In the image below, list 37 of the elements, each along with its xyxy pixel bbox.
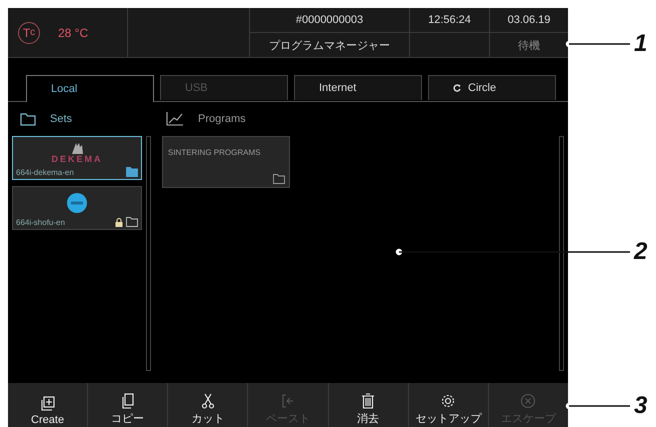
chart-line-icon — [166, 112, 184, 126]
set-name: 664i-shofu-en — [16, 218, 65, 227]
callout-number: 3 — [634, 392, 648, 420]
tab[interactable]: Local — [26, 75, 154, 102]
flame-logo-icon — [70, 142, 84, 154]
add-icon — [40, 396, 56, 412]
date-text: 03.06.19 — [508, 14, 550, 26]
clock-time: 12:56:24 — [428, 14, 471, 26]
logo-badge-icon — [67, 193, 87, 213]
scissors-icon — [200, 393, 216, 409]
folder-icon — [126, 217, 138, 227]
program-folder-card[interactable]: SINTERING PROGRAMS — [162, 136, 290, 188]
tab[interactable]: Internet — [294, 75, 422, 100]
trash-icon — [360, 393, 376, 409]
leader-line — [565, 402, 630, 410]
job-number: #0000000003 — [296, 14, 364, 26]
paste-icon — [280, 393, 296, 409]
set-card[interactable]: DEKEMA 664i-dekema-en — [12, 136, 142, 180]
set-name: 664i-dekema-en — [16, 168, 74, 177]
status-text: 待機 — [518, 38, 540, 52]
folder-icon — [126, 167, 138, 177]
callout-number: 1 — [634, 30, 648, 58]
folder-icon — [20, 112, 36, 126]
callout-number: 2 — [634, 238, 648, 266]
tab[interactable]: Circle — [428, 75, 556, 100]
set-card[interactable]: 664i-shofu-en — [12, 186, 142, 230]
settings-icon — [440, 393, 456, 409]
folder-name: SINTERING PROGRAMS — [168, 148, 260, 157]
folder-icon — [273, 174, 285, 184]
copy-icon — [120, 393, 136, 409]
brand-logo-text: DEKEMA — [51, 154, 102, 164]
panel-title: Programs — [198, 113, 246, 125]
refresh-icon — [453, 84, 461, 92]
close-icon — [520, 393, 536, 409]
temperature-reading: 28 °C — [58, 26, 88, 40]
panel-title: Sets — [50, 113, 72, 125]
mode-title: プログラムマネージャー — [269, 38, 390, 52]
